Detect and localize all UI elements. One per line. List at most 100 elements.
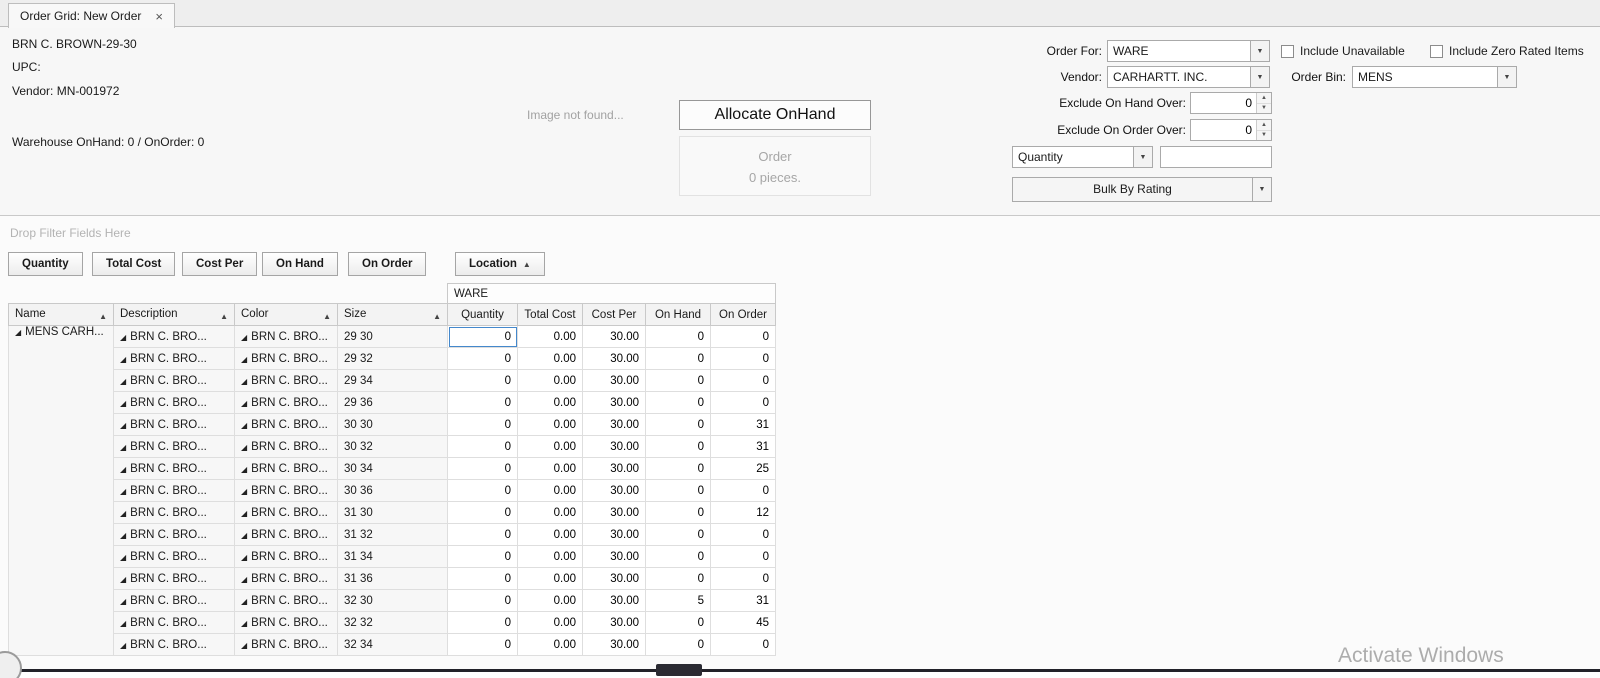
expand-icon[interactable]: ◢ [241, 597, 247, 606]
column-header-name[interactable]: ▲ Name [8, 303, 114, 326]
expand-icon[interactable]: ◢ [120, 619, 126, 628]
spin-up-icon[interactable]: ▲ [1257, 93, 1271, 104]
color-cell[interactable]: ◢ BRN C. BRO... [234, 479, 338, 502]
quantity-mode-dropdown[interactable]: Quantity ▼ [1012, 146, 1153, 168]
expand-icon[interactable]: ◢ [241, 531, 247, 540]
quantity-cell[interactable]: 0 [447, 391, 518, 414]
quantity-cell[interactable]: 0 [447, 545, 518, 568]
expand-icon[interactable]: ◢ [241, 399, 247, 408]
color-cell[interactable]: ◢ BRN C. BRO... [234, 413, 338, 436]
description-cell[interactable]: ◢ BRN C. BRO... [113, 545, 235, 568]
description-cell[interactable]: ◢ BRN C. BRO... [113, 391, 235, 414]
expand-icon[interactable]: ◢ [241, 443, 247, 452]
expand-icon[interactable]: ◢ [120, 531, 126, 540]
quantity-cell[interactable]: 0 [447, 589, 518, 612]
description-cell[interactable]: ◢ BRN C. BRO... [113, 347, 235, 370]
filter-drop-zone[interactable]: Drop Filter Fields Here [10, 216, 131, 250]
expand-icon[interactable]: ◢ [120, 597, 126, 606]
expand-icon[interactable]: ◢ [120, 641, 126, 650]
column-header-color[interactable]: ▲ Color [234, 303, 338, 326]
expand-icon[interactable]: ◢ [241, 619, 247, 628]
expand-icon[interactable]: ◢ [241, 377, 247, 386]
allocate-onhand-button[interactable]: Allocate OnHand [679, 100, 871, 130]
quantity-cell[interactable]: 0 [447, 325, 518, 348]
color-cell[interactable]: ◢ BRN C. BRO... [234, 523, 338, 546]
description-cell[interactable]: ◢ BRN C. BRO... [113, 501, 235, 524]
color-cell[interactable]: ◢ BRN C. BRO... [234, 633, 338, 656]
description-cell[interactable]: ◢ BRN C. BRO... [113, 435, 235, 458]
checkbox-icon[interactable] [1281, 44, 1294, 58]
dropdown-arrow-icon[interactable]: ▼ [1250, 67, 1269, 87]
quantity-cell[interactable]: 0 [447, 479, 518, 502]
field-chip-quantity[interactable]: Quantity [8, 252, 83, 276]
column-header-description[interactable]: ▲ Description [113, 303, 235, 326]
color-cell[interactable]: ◢ BRN C. BRO... [234, 501, 338, 524]
expand-icon[interactable]: ◢ [120, 509, 126, 518]
color-cell[interactable]: ◢ BRN C. BRO... [234, 369, 338, 392]
color-cell[interactable]: ◢ BRN C. BRO... [234, 391, 338, 414]
color-cell[interactable]: ◢ BRN C. BRO... [234, 589, 338, 612]
field-chip-total-cost[interactable]: Total Cost [92, 252, 176, 276]
expand-icon[interactable]: ◢ [241, 333, 247, 342]
dropdown-arrow-icon[interactable]: ▼ [1252, 178, 1271, 201]
quantity-cell[interactable]: 0 [447, 633, 518, 656]
expand-icon[interactable]: ◢ [120, 333, 126, 342]
quantity-cell[interactable]: 0 [447, 435, 518, 458]
expand-icon[interactable]: ◢ [120, 575, 126, 584]
bulk-by-rating-button[interactable]: Bulk By Rating ▼ [1012, 177, 1272, 202]
spin-down-icon[interactable]: ▼ [1257, 130, 1271, 140]
location-group-header[interactable]: WARE [447, 283, 776, 304]
tab-close-icon[interactable]: × [155, 10, 163, 23]
expand-icon[interactable]: ◢ [241, 575, 247, 584]
expand-icon[interactable]: ◢ [241, 465, 247, 474]
column-header-quantity[interactable]: Quantity [447, 303, 518, 326]
expand-icon[interactable]: ◢ [120, 421, 126, 430]
dropdown-arrow-icon[interactable]: ▼ [1497, 67, 1516, 87]
expand-icon[interactable]: ◢ [120, 377, 126, 386]
color-cell[interactable]: ◢ BRN C. BRO... [234, 325, 338, 348]
include-zero-rated-checkbox[interactable]: Include Zero Rated Items [1430, 40, 1584, 62]
column-header-total-cost[interactable]: Total Cost [517, 303, 583, 326]
field-chip-on-hand[interactable]: On Hand [262, 252, 338, 276]
exclude-on-hand-input[interactable] [1191, 93, 1256, 113]
expand-icon[interactable]: ◢ [241, 553, 247, 562]
expand-icon[interactable]: ◢ [15, 328, 21, 337]
description-cell[interactable]: ◢ BRN C. BRO... [113, 611, 235, 634]
column-header-on-hand[interactable]: On Hand [645, 303, 711, 326]
dropdown-arrow-icon[interactable]: ▼ [1133, 147, 1152, 167]
exclude-on-order-input[interactable] [1191, 120, 1256, 140]
expand-icon[interactable]: ◢ [241, 355, 247, 364]
vendor-dropdown[interactable]: CARHARTT. INC. ▼ [1107, 66, 1270, 88]
column-header-cost-per[interactable]: Cost Per [582, 303, 646, 326]
description-cell[interactable]: ◢ BRN C. BRO... [113, 479, 235, 502]
description-cell[interactable]: ◢ BRN C. BRO... [113, 413, 235, 436]
color-cell[interactable]: ◢ BRN C. BRO... [234, 435, 338, 458]
color-cell[interactable]: ◢ BRN C. BRO... [234, 567, 338, 590]
color-cell[interactable]: ◢ BRN C. BRO... [234, 611, 338, 634]
description-cell[interactable]: ◢ BRN C. BRO... [113, 369, 235, 392]
quantity-cell[interactable]: 0 [447, 347, 518, 370]
quantity-cell[interactable]: 0 [447, 413, 518, 436]
description-cell[interactable]: ◢ BRN C. BRO... [113, 589, 235, 612]
spin-down-icon[interactable]: ▼ [1257, 103, 1271, 113]
quantity-cell[interactable]: 0 [447, 611, 518, 634]
expand-icon[interactable]: ◢ [120, 355, 126, 364]
expand-icon[interactable]: ◢ [241, 509, 247, 518]
description-cell[interactable]: ◢ BRN C. BRO... [113, 633, 235, 656]
expand-icon[interactable]: ◢ [241, 487, 247, 496]
quantity-cell[interactable]: 0 [447, 523, 518, 546]
order-for-dropdown[interactable]: WARE ▼ [1107, 40, 1270, 62]
name-cell[interactable]: ◢ MENS CARH... [8, 325, 114, 656]
expand-icon[interactable]: ◢ [120, 553, 126, 562]
include-unavailable-checkbox[interactable]: Include Unavailable [1281, 40, 1405, 62]
column-header-on-order[interactable]: On Order [710, 303, 776, 326]
tab-order-grid-new-order[interactable]: Order Grid: New Order × [8, 3, 175, 28]
quantity-cell[interactable]: 0 [447, 457, 518, 480]
expand-icon[interactable]: ◢ [241, 421, 247, 430]
column-header-size[interactable]: ▲ Size [337, 303, 448, 326]
quantity-cell[interactable]: 0 [447, 369, 518, 392]
color-cell[interactable]: ◢ BRN C. BRO... [234, 457, 338, 480]
quantity-cell[interactable]: 0 [447, 567, 518, 590]
expand-icon[interactable]: ◢ [241, 641, 247, 650]
field-chip-cost-per[interactable]: Cost Per [182, 252, 258, 276]
